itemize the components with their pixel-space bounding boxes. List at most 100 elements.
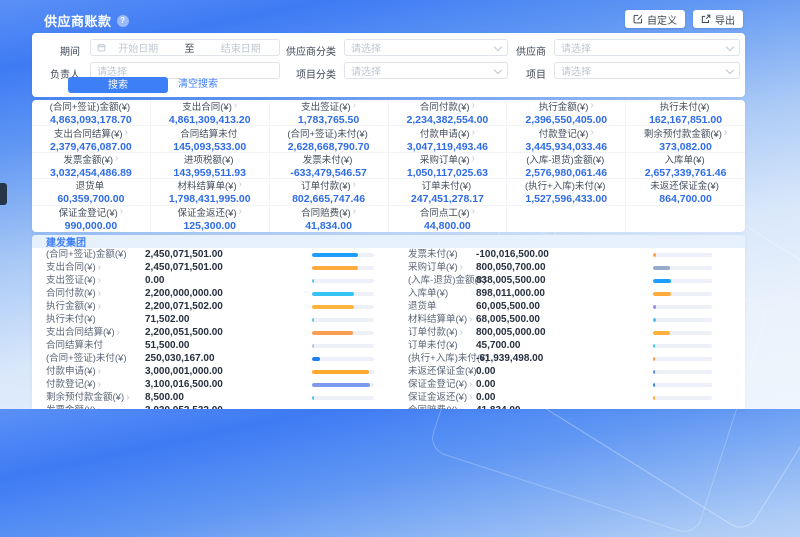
stat-card[interactable]: 支出合同结算(¥)›2,379,476,087.00 [32,126,151,152]
row-label[interactable]: 支出合同结算(¥)› [46,326,120,339]
stat-card[interactable]: 剩余预付款金额(¥)›373,082.00 [626,126,745,152]
stat-card[interactable]: 发票金额(¥)›3,032,454,486.89 [32,153,151,179]
row-value: 8,500.00 [145,391,184,404]
chevron-right-icon: › [353,207,356,217]
supplier-select[interactable]: 请选择 [554,39,740,56]
project-select[interactable]: 请选择 [554,62,740,79]
row-label[interactable]: 合同结算未付 [46,339,105,352]
row-label[interactable]: 合同赔费(¥)› [408,404,463,409]
stat-card[interactable]: 付款登记(¥)›3,445,934,033.46 [507,126,626,152]
chevron-right-icon: › [120,207,123,217]
stat-card[interactable]: 入库单(¥)2,657,339,761.46 [626,153,745,179]
supplier-label: 供应商 [446,43,546,58]
row-label[interactable]: 未返还保证金(¥) [408,365,479,378]
mini-bar [312,318,374,322]
row-label[interactable]: 订单付款(¥)› [408,326,463,339]
export-button[interactable]: 导出 [693,10,743,28]
stat-card[interactable]: (执行+入库)未付(¥)1,527,596,433.00 [507,179,626,205]
row-label[interactable]: 发票未付(¥) [408,248,460,261]
stat-card[interactable]: 材料结算单(¥)›1,798,431,995.00 [151,179,270,205]
row-label[interactable]: 保证金返还(¥)› [408,391,472,404]
search-button[interactable]: 搜索 [68,77,168,93]
group-name: 建发集团 [46,235,86,249]
row-label[interactable]: 剩余预付款金额(¥)› [46,391,129,404]
row-label[interactable]: 采购订单(¥)› [408,261,463,274]
chevron-right-icon: › [472,154,475,164]
row-label[interactable]: 保证金登记(¥)› [408,378,472,391]
row-label[interactable]: (合同+签证)金额(¥) [46,248,129,261]
account-row: (合同+签证)金额(¥) 2,450,071,501.00 发票未付(¥) -1… [32,248,745,261]
stat-card[interactable]: 未返还保证金(¥)864,700.00 [626,179,745,205]
stat-card[interactable]: 执行金额(¥)›2,396,550,405.00 [507,100,626,126]
account-row: 支出合同(¥)› 2,450,071,501.00 采购订单(¥)› 800,0… [32,261,745,274]
chevron-right-icon: › [98,275,101,286]
row-label[interactable]: 入库单(¥) [408,287,450,300]
stat-card[interactable]: 合同结算未付145,093,533.00 [151,126,270,152]
row-value: 0.00 [145,274,164,287]
stat-card[interactable]: 发票未付(¥)-633,479,546.57 [270,153,389,179]
row-value: 2,200,000,000.00 [145,287,223,300]
stat-card[interactable]: 执行未付(¥)162,167,851.00 [626,100,745,126]
stat-card[interactable]: (合同+签证)未付(¥)2,628,668,790.70 [270,126,389,152]
stat-value: 3,047,119,493.46 [407,141,488,153]
mini-bar [653,370,712,374]
calendar-icon [97,43,106,52]
customize-button[interactable]: 自定义 [625,10,685,28]
row-label[interactable]: 执行金额(¥)› [46,300,101,313]
stat-value: 373,082.00 [659,141,712,153]
stat-card[interactable]: 合同付款(¥)›2,234,382,554.00 [389,100,508,126]
stat-card[interactable]: 支出签证(¥)›1,783,765.50 [270,100,389,126]
stat-card[interactable]: 采购订单(¥)›1,050,117,025.63 [389,153,508,179]
stat-card[interactable]: 支出合同(¥)›4,861,309,413.20 [151,100,270,126]
stat-card[interactable]: 保证金返还(¥)›125,300.00 [151,206,270,232]
account-row: 支出签证(¥)› 0.00 (入库-退货)金额(¥) 838,005,500.0… [32,274,745,287]
mini-bar [312,344,374,348]
mini-bar [312,370,374,374]
supplier-category-label: 供应商分类 [236,43,336,58]
account-row: 发票金额(¥)› 3,030,052,532.00 合同赔费(¥)› 41,83… [32,404,745,409]
row-value: 898,011,000.00 [476,287,545,300]
stat-card[interactable]: (入库-退货)金额(¥)2,576,980,061.46 [507,153,626,179]
group-detail-panel: 建发集团 (合同+签证)金额(¥) 2,450,071,501.00 发票未付(… [32,235,745,409]
clear-search-button[interactable]: 清空搜索 [178,77,218,93]
chevron-right-icon: › [460,262,463,273]
help-icon[interactable]: ? [117,15,129,27]
stat-value: 3,032,454,486.89 [50,167,132,179]
mini-bar [312,357,374,361]
chevron-right-icon: › [125,128,128,138]
row-value: 3,000,001,000.00 [145,365,223,378]
row-label[interactable]: (合同+签证)未付(¥) [46,352,129,365]
stat-card[interactable]: 订单未付(¥)247,451,278.17 [389,179,508,205]
row-label[interactable]: 付款申请(¥)› [46,365,101,378]
row-label[interactable]: 退货单 [408,300,439,313]
mini-bar [312,383,374,387]
row-value: 60,005,500.00 [476,300,540,313]
row-label[interactable]: 支出签证(¥)› [46,274,101,287]
row-label[interactable]: 执行未付(¥) [46,313,98,326]
stat-card[interactable]: (合同+签证)金额(¥)4,863,093,178.70 [32,100,151,126]
chevron-right-icon: › [117,327,120,338]
stat-value: 2,628,668,790.70 [288,141,370,153]
chevron-right-icon: › [472,128,475,138]
sidebar-collapse-handle[interactable] [0,183,7,205]
stat-value: 145,093,533.00 [173,141,246,153]
stat-value: 247,451,278.17 [411,193,484,205]
stat-card[interactable]: 退货单60,359,700.00 [32,179,151,205]
stat-card[interactable]: 进项税额(¥)143,959,511.93 [151,153,270,179]
row-label[interactable]: 发票金额(¥)› [46,404,101,409]
mini-bar [312,253,374,257]
row-label[interactable]: 合同付款(¥)› [46,287,101,300]
stat-card[interactable]: 付款申请(¥)›3,047,119,493.46 [389,126,508,152]
row-label[interactable]: 订单未付(¥) [408,339,460,352]
row-label[interactable]: 材料结算单(¥)› [408,313,472,326]
group-header[interactable]: 建发集团 [32,235,745,248]
stat-card[interactable]: 合同点工(¥)›44,800.00 [389,206,508,232]
stat-card[interactable]: 订单付款(¥)›802,665,747.46 [270,179,389,205]
row-label[interactable]: 付款登记(¥)› [46,378,101,391]
project-category-label: 项目分类 [236,66,336,81]
stat-card[interactable]: 合同赔费(¥)›41,834.00 [270,206,389,232]
row-label[interactable]: 支出合同(¥)› [46,261,101,274]
chevron-right-icon: › [460,405,463,409]
row-value: -61,939,498.00 [476,352,543,365]
stat-card[interactable]: 保证金登记(¥)›990,000.00 [32,206,151,232]
